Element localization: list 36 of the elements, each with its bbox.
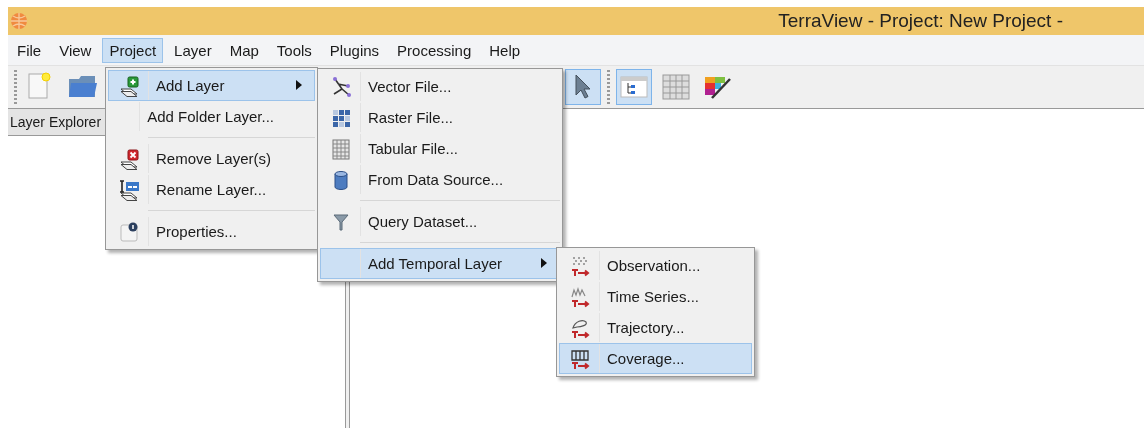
menu-item[interactable]: Rename Layer... — [108, 174, 315, 205]
dock-title: Layer Explorer — [10, 114, 102, 130]
menu-item[interactable]: Vector File... — [320, 71, 560, 102]
menu-item[interactable]: Time Series... — [559, 281, 752, 312]
menu-item[interactable]: Query Dataset... — [320, 206, 560, 237]
menu-item[interactable]: Coverage... — [559, 343, 752, 374]
menu-bar-item[interactable]: Layer — [167, 37, 219, 63]
menu-bar-item[interactable]: Project — [102, 37, 164, 63]
submenu-arrow-icon — [296, 80, 302, 90]
menu-item[interactable]: From Data Source... — [320, 164, 560, 195]
menu-bar-item[interactable]: Processing — [390, 37, 479, 63]
submenu-arrow-icon — [541, 258, 547, 268]
menu-item[interactable]: Properties... — [108, 216, 315, 247]
menu-item[interactable]: Add Layer — [108, 70, 315, 101]
rename-layer-icon — [117, 178, 140, 201]
menu-item[interactable]: Remove Layer(s) — [108, 143, 315, 174]
pointer-button[interactable] — [565, 69, 601, 105]
coverage-icon — [568, 347, 591, 370]
grid-icon — [660, 71, 692, 103]
menu-item[interactable]: Add Folder Layer... — [108, 101, 315, 132]
layer-explorer-button[interactable] — [616, 69, 652, 105]
menu-item[interactable]: Raster File... — [320, 102, 560, 133]
menu-bar-item[interactable]: Tools — [269, 37, 319, 63]
time-series-icon — [568, 285, 591, 308]
table-icon — [329, 137, 352, 160]
app-logo-icon — [8, 10, 30, 32]
menu-bar-item[interactable]: View — [52, 37, 99, 63]
menu-bar-item[interactable]: File — [10, 37, 49, 63]
menu-item[interactable]: Trajectory... — [559, 312, 752, 343]
menu-bar-item[interactable]: Help — [482, 37, 528, 63]
menu-item[interactable]: Observation... — [559, 250, 752, 281]
properties-icon — [117, 220, 140, 243]
menu-item[interactable]: Tabular File... — [320, 133, 560, 164]
menu-bar-item[interactable]: Plugins — [322, 37, 387, 63]
menu-bar-item[interactable]: Map — [222, 37, 266, 63]
window-title: TerraView - Project: New Project - — [778, 10, 1063, 32]
